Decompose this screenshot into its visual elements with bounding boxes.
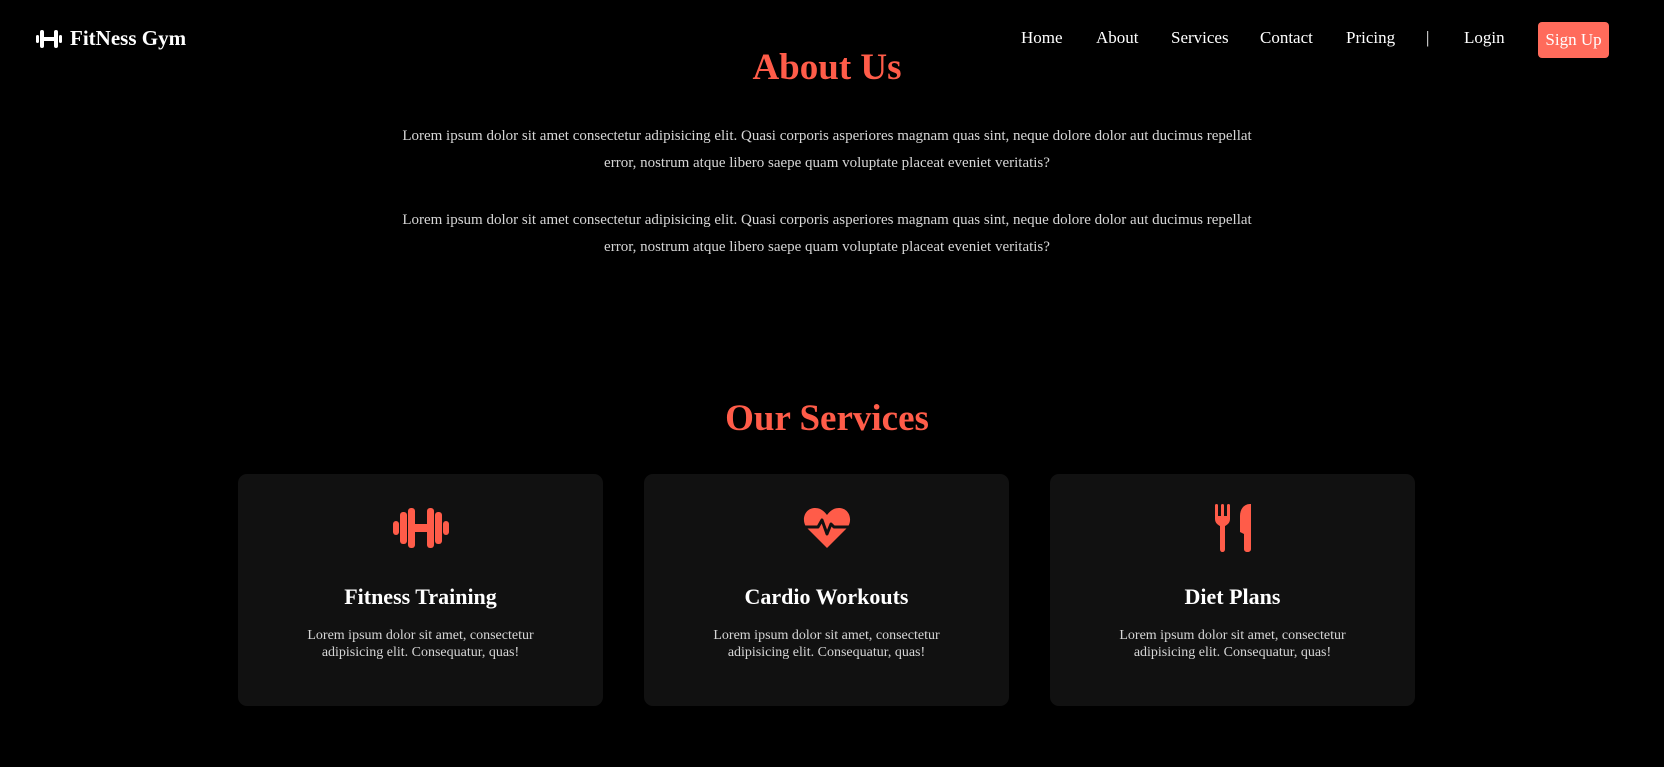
about-paragraph-2: Lorem ipsum dolor sit amet consectetur a… [402,212,1252,255]
nav-link-pricing[interactable]: Pricing [1346,28,1395,48]
page: FitNess Gym Home About Services Contact … [0,0,1664,767]
card-title: Cardio Workouts [744,584,909,609]
service-card-diet-plans: Diet Plans Lorem ipsum dolor sit amet, c… [1050,474,1415,706]
nav-link-contact[interactable]: Contact [1260,28,1313,48]
card-text: Lorem ipsum dolor sit amet, consectetur … [307,628,534,660]
about-title: About Us [752,47,902,88]
nav-separator: | [1426,28,1430,47]
nav-link-home[interactable]: Home [1021,28,1063,48]
about-paragraph-1: Lorem ipsum dolor sit amet consectetur a… [402,128,1252,171]
card-title: Diet Plans [1184,584,1281,609]
card-text: Lorem ipsum dolor sit amet, consectetur … [1119,628,1346,660]
service-card-fitness-training: Fitness Training Lorem ipsum dolor sit a… [238,474,603,706]
heartbeat-icon [644,504,1009,552]
nav-link-about[interactable]: About [1096,28,1139,48]
utensils-icon [1050,504,1415,552]
nav-link-login[interactable]: Login [1464,28,1505,48]
dumbbell-icon [238,504,603,552]
card-title: Fitness Training [344,584,497,609]
card-text: Lorem ipsum dolor sit amet, consectetur … [713,628,940,660]
service-card-cardio-workouts: Cardio Workouts Lorem ipsum dolor sit am… [644,474,1009,706]
nav-link-services[interactable]: Services [1171,28,1229,48]
services-title: Our Services [725,398,929,439]
